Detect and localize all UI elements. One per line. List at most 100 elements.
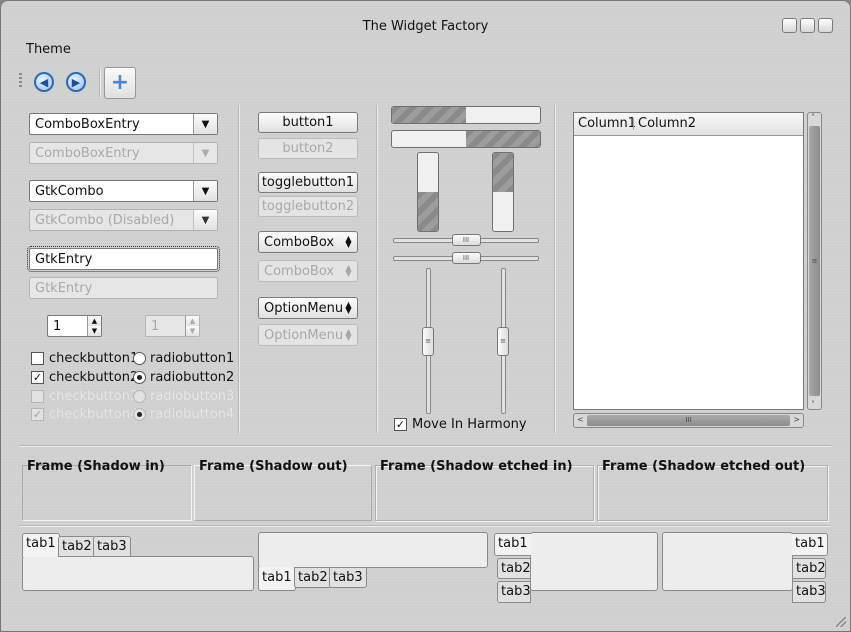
gtk-combo-disabled: GtkCombo (Disabled) ▼: [29, 209, 218, 231]
radio-on-icon[interactable]: [133, 371, 146, 384]
scroll-down-icon[interactable]: ˅: [811, 400, 815, 409]
window-title: The Widget Factory: [362, 19, 489, 34]
notebook-bottom-tab2[interactable]: tab2: [294, 567, 332, 588]
move-in-harmony-label: Move In Harmony: [412, 417, 527, 432]
column-separator: [238, 105, 240, 433]
optionmenu-text: OptionMenu: [264, 301, 344, 316]
radiobutton3: radiobutton3: [133, 389, 234, 404]
checkbutton2[interactable]: ✓ checkbutton2: [31, 370, 138, 385]
radio-on-icon: [133, 408, 146, 421]
radiobutton1[interactable]: radiobutton1: [133, 351, 234, 366]
button1[interactable]: button1: [258, 112, 358, 133]
go-back-icon: ◀: [34, 72, 54, 92]
move-in-harmony-check[interactable]: ✓ Move In Harmony: [394, 417, 527, 432]
togglebutton2: togglebutton2: [258, 196, 358, 217]
maximize-button[interactable]: [800, 18, 815, 33]
radiobutton4-label: radiobutton4: [150, 407, 235, 422]
column1-header[interactable]: Column1: [578, 116, 636, 131]
notebook-left-tab3[interactable]: tab3: [497, 581, 531, 603]
hscale-2-thumb[interactable]: III: [451, 252, 481, 264]
optionmenu[interactable]: OptionMenu ▲ ▼: [258, 297, 358, 319]
combobox-entry-text[interactable]: ComboBoxEntry: [35, 117, 140, 132]
gtk-combo-disabled-text: GtkCombo (Disabled): [35, 213, 175, 228]
notebook-top-tab3[interactable]: tab3: [93, 536, 131, 557]
gtk-combo[interactable]: GtkCombo ▼: [29, 180, 218, 202]
notebook-top-pane: [22, 556, 254, 591]
vertical-scroll-thumb[interactable]: ≡: [809, 126, 820, 396]
tree-horizontal-scrollbar[interactable]: < III >: [573, 413, 804, 428]
close-button[interactable]: [818, 18, 833, 33]
horizontal-scroll-thumb[interactable]: III: [587, 415, 790, 426]
frame-shadow-etched-out-label: Frame (Shadow etched out): [602, 459, 806, 474]
notebook-right-tab2[interactable]: tab2: [792, 558, 826, 579]
column2-header[interactable]: Column2: [638, 116, 696, 131]
notebook-bottom-pane: [258, 532, 488, 568]
spin-down-icon[interactable]: ▼: [87, 326, 101, 336]
frame-shadow-etched-in: Frame (Shadow etched in): [375, 459, 594, 521]
combobox[interactable]: ComboBox ▲ ▼: [258, 231, 358, 253]
notebook-bottom-tab3[interactable]: tab3: [329, 567, 367, 588]
frame-shadow-out: Frame (Shadow out): [194, 459, 372, 521]
notebook-top-tab1[interactable]: tab1: [22, 533, 60, 557]
vscale-1-thumb[interactable]: ≡: [422, 326, 434, 356]
checkbox-checked-icon[interactable]: ✓: [394, 418, 407, 431]
tree-header: Column1 Column2: [574, 113, 803, 136]
spin-value[interactable]: 1: [53, 319, 61, 334]
radio-off-icon: [133, 390, 146, 403]
checkbutton1[interactable]: checkbutton1: [31, 351, 138, 366]
gtk-entry-disabled: GtkEntry: [29, 277, 218, 299]
gtk-entry-text[interactable]: GtkEntry: [35, 252, 92, 267]
back-button[interactable]: ◀: [29, 67, 59, 97]
notebook-right-tab3[interactable]: tab3: [792, 581, 826, 603]
notebook-left-tab1[interactable]: tab1: [494, 533, 531, 556]
title-bar[interactable]: The Widget Factory: [1, 1, 850, 37]
chevron-down-icon[interactable]: ▼: [193, 210, 217, 230]
progress-bar-v1: [417, 152, 439, 232]
tree-vertical-scrollbar[interactable]: ˄ ≡ ˅: [807, 112, 822, 410]
resize-grip[interactable]: [836, 617, 846, 627]
notebook-right-pane: [662, 532, 793, 591]
column-divider: [633, 118, 634, 130]
spin-disabled-value: 1: [151, 319, 160, 334]
notebook-bottom-tab1[interactable]: tab1: [258, 567, 296, 591]
gtk-entry-disabled-text: GtkEntry: [35, 281, 93, 296]
notebook-right-tab1[interactable]: tab1: [792, 533, 828, 556]
tree-view[interactable]: Column1 Column2: [573, 112, 804, 410]
updown-arrows-icon: ▲ ▼: [345, 263, 352, 278]
minimize-button[interactable]: [782, 18, 797, 33]
updown-arrows-icon: ▲ ▼: [345, 300, 352, 315]
combobox-text: ComboBox: [264, 235, 335, 250]
vscale-2-thumb[interactable]: ≡: [497, 326, 509, 356]
scroll-up-icon[interactable]: ˄: [811, 113, 815, 122]
scroll-right-icon[interactable]: >: [793, 415, 800, 424]
chevron-down-icon[interactable]: ▼: [193, 181, 217, 201]
button2: button2: [258, 138, 358, 159]
radio-off-icon[interactable]: [133, 352, 146, 365]
forward-button[interactable]: ▶: [61, 67, 91, 97]
hscale-1-thumb[interactable]: III: [451, 234, 481, 246]
toolbar-grip[interactable]: [19, 73, 22, 89]
add-button[interactable]: +: [104, 67, 136, 99]
notebook-top-tab2[interactable]: tab2: [58, 536, 96, 557]
progress-fill: [466, 131, 540, 147]
notebook-left-tab2[interactable]: tab2: [497, 558, 531, 579]
go-forward-icon: ▶: [66, 72, 86, 92]
gtk-combo-text[interactable]: GtkCombo: [35, 184, 104, 199]
updown-arrows-icon: ▲ ▼: [345, 234, 352, 249]
radiobutton2[interactable]: radiobutton2: [133, 370, 234, 385]
spin-button[interactable]: 1 ▲ ▼: [47, 315, 102, 337]
gtk-entry[interactable]: GtkEntry: [27, 246, 220, 272]
checkbox-unchecked-icon[interactable]: [31, 352, 44, 365]
chevron-down-icon[interactable]: ▼: [193, 114, 217, 134]
progress-bar-h1: [391, 106, 541, 124]
optionmenu-disabled-text: OptionMenu: [264, 328, 344, 343]
radiobutton4: radiobutton4: [133, 407, 234, 422]
notebook-left-pane: [530, 532, 658, 591]
togglebutton1[interactable]: togglebutton1: [258, 172, 358, 193]
checkbutton4-label: checkbutton4: [49, 407, 139, 422]
toolbar-separator: [99, 69, 101, 97]
menu-theme[interactable]: Theme: [26, 42, 71, 57]
combobox-entry[interactable]: ComboBoxEntry ▼: [29, 113, 218, 135]
checkbox-checked-icon[interactable]: ✓: [31, 371, 44, 384]
scroll-left-icon[interactable]: <: [577, 415, 584, 424]
